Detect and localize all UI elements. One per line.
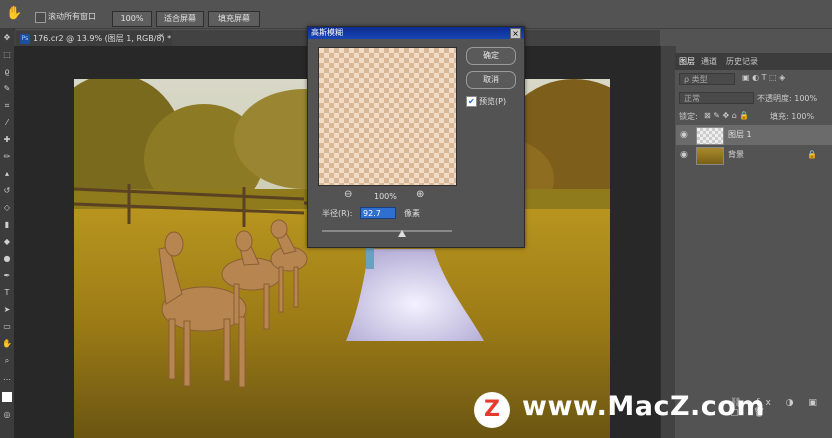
cancel-button[interactable]: 取消 [466,71,516,89]
preview-checkbox[interactable]: ✔ [466,96,477,107]
zoom-out-icon[interactable]: ⊖ [344,189,352,200]
pen-tool-icon[interactable]: ✒ [2,271,12,281]
zoom-100-button[interactable]: 100% [112,11,152,27]
foreground-color-swatch[interactable] [2,392,12,402]
tab-channels[interactable]: 通道 [701,56,717,67]
layer-kind-filter[interactable]: ρ 类型 [679,73,735,85]
gradient-tool-icon[interactable]: ▮ [2,220,12,230]
scroll-all-checkbox[interactable] [35,12,46,23]
radius-unit: 像素 [404,209,420,218]
stamp-tool-icon[interactable]: ▴ [2,169,12,179]
watermark: Z www.MacZ.com [474,390,832,434]
zoom-tool-icon[interactable]: ⌕ [2,356,12,366]
hand-tool-icon: ✋ [6,6,23,21]
layer-thumbnail [696,147,724,165]
layer-name: 背景 [728,150,744,159]
preview-zoom-level: 100% [374,192,397,201]
crop-tool-icon[interactable]: ⌗ [2,101,12,111]
layer-name: 图层 1 [728,130,752,139]
document-tab[interactable]: Ps 176.cr2 @ 13.9% (图层 1, RGB/8) * [16,31,172,46]
brush-tool-icon[interactable]: ✏ [2,152,12,162]
fit-screen-button[interactable]: 适合屏幕 [156,11,204,27]
radius-slider-handle[interactable] [398,230,406,237]
macz-logo: Z [474,392,510,428]
fill-control[interactable]: 填充: 100% [770,111,814,122]
collapsed-panel-strip[interactable] [660,46,676,438]
watermark-text: www.MacZ.com [522,391,765,422]
fill-screen-button[interactable]: 填充屏幕 [208,11,260,27]
radius-slider-track[interactable] [322,230,452,232]
layer-row[interactable]: ◉ 背景 🔒 [676,145,832,165]
eye-icon[interactable]: ◉ [680,145,688,165]
dialog-titlebar[interactable]: 高斯模糊 × [308,27,524,39]
layer-row[interactable]: ◉ 图层 1 [676,125,832,145]
eye-icon[interactable]: ◉ [680,125,688,145]
type-tool-icon[interactable]: T [2,288,12,298]
lock-label: 锁定: [679,112,698,121]
zoom-in-icon[interactable]: ⊕ [416,189,424,200]
shape-tool-icon[interactable]: ▭ [2,322,12,332]
blur-preview[interactable] [318,47,457,186]
tab-layers[interactable]: 图层 [679,56,695,67]
close-icon[interactable]: × [510,28,521,39]
blend-mode-select[interactable]: 正常 [679,92,754,104]
blur-tool-icon[interactable]: ◆ [2,237,12,247]
opacity-control[interactable]: 不透明度: 100% [757,93,817,104]
preview-label: 预览(P) [479,97,507,106]
options-bar: ✋ 滚动所有窗口 100% 适合屏幕 填充屏幕 [0,0,832,29]
radius-label: 半径(R): [322,209,353,218]
close-document-icon[interactable]: × [158,31,165,40]
path-select-tool-icon[interactable]: ➤ [2,305,12,315]
gaussian-blur-dialog: 高斯模糊 × 确定 取消 ✔ 预览(P) ⊖ 100% ⊕ 半径(R): 92.… [307,26,525,248]
quick-select-tool-icon[interactable]: ✎ [2,84,12,94]
scroll-all-label: 滚动所有窗口 [48,12,96,21]
hand-tool-icon-2[interactable]: ✋ [2,339,12,349]
healing-tool-icon[interactable]: ✚ [2,135,12,145]
lock-icons[interactable]: ⊠ ✎ ✥ ⌂ 🔒 [704,111,749,120]
marquee-tool-icon[interactable]: ⬚ [2,50,12,60]
history-brush-tool-icon[interactable]: ↺ [2,186,12,196]
layer-thumbnail [696,127,724,145]
document-tab-title: 176.cr2 @ 13.9% (图层 1, RGB/8) * [33,34,172,43]
ps-icon: Ps [20,33,30,44]
radius-input[interactable]: 92.7 [360,207,396,219]
eraser-tool-icon[interactable]: ◇ [2,203,12,213]
dialog-title: 高斯模糊 [311,28,343,37]
dodge-tool-icon[interactable]: ● [2,254,12,264]
tab-history[interactable]: 历史记录 [726,56,758,67]
lock-icon: 🔒 [807,150,817,159]
filter-icons[interactable]: ▣ ◐ T ⬚ ◈ [742,73,785,82]
lasso-tool-icon[interactable]: ϱ [2,67,12,77]
move-tool-icon[interactable]: ✥ [2,33,12,43]
ok-button[interactable]: 确定 [466,47,516,65]
more-tools-icon[interactable]: … [2,373,12,383]
eyedropper-tool-icon[interactable]: ⁄ [2,118,12,128]
quick-mask-icon[interactable]: ◎ [2,410,12,420]
